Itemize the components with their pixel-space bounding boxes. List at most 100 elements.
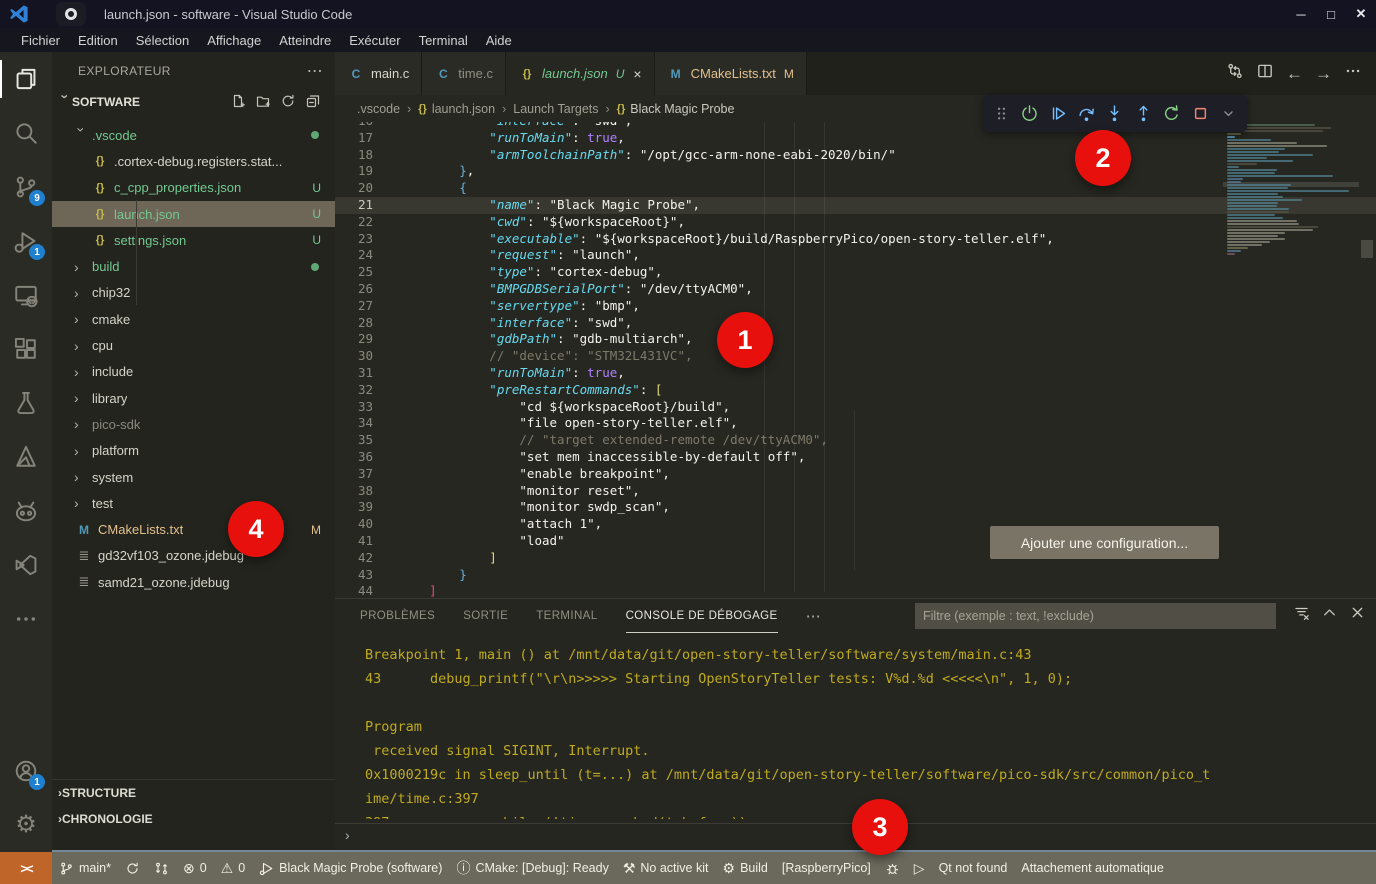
section-structure[interactable]: ›STRUCTURE bbox=[52, 780, 335, 806]
status-play-glyph[interactable]: ▷ bbox=[907, 852, 932, 884]
tree-item--vscode[interactable]: ›.vscode bbox=[52, 122, 335, 148]
navigate-back-icon[interactable]: ← bbox=[1286, 64, 1303, 84]
menu-terminal[interactable]: Terminal bbox=[410, 28, 477, 52]
status-cmake-debug-ready[interactable]: ⓘCMake: [Debug]: Ready bbox=[449, 852, 615, 884]
status-compare[interactable] bbox=[147, 852, 176, 884]
debug-console-filter-input[interactable] bbox=[915, 603, 1276, 629]
refresh-icon[interactable] bbox=[280, 93, 296, 112]
panel-more-icon[interactable]: ⋯ bbox=[806, 607, 821, 625]
tree-item-samd21-ozone-jdebug[interactable]: ≣samd21_ozone.jdebug bbox=[52, 569, 335, 595]
tree-item-platform[interactable]: ›platform bbox=[52, 438, 335, 464]
remote-indicator[interactable]: >< bbox=[0, 852, 52, 884]
menu-aide[interactable]: Aide bbox=[477, 28, 521, 52]
open-changes-icon[interactable] bbox=[1226, 62, 1244, 85]
tab-launch-json[interactable]: {}launch.jsonU× bbox=[506, 52, 655, 95]
tree-item-cpu[interactable]: ›cpu bbox=[52, 332, 335, 358]
power-icon[interactable] bbox=[1017, 100, 1041, 128]
tree-item-launch-json[interactable]: {}launch.jsonU bbox=[52, 201, 335, 227]
step-over-icon[interactable] bbox=[1074, 100, 1098, 128]
section-chronologie[interactable]: ›CHRONOLOGIE bbox=[52, 806, 335, 832]
close-panel-icon[interactable] bbox=[1349, 604, 1366, 626]
status-black-magic-probe-software[interactable]: Black Magic Probe (software) bbox=[252, 852, 449, 884]
step-out-icon[interactable] bbox=[1131, 100, 1155, 128]
remote-explorer-icon[interactable] bbox=[0, 268, 52, 322]
tree-item-test[interactable]: ›test bbox=[52, 490, 335, 516]
split-editor-icon[interactable] bbox=[1256, 62, 1274, 85]
breadcrumb-item[interactable]: {}Black Magic Probe bbox=[617, 102, 735, 116]
test-beaker-icon[interactable] bbox=[0, 376, 52, 430]
tree-item-pico-sdk[interactable]: ›pico-sdk bbox=[52, 411, 335, 437]
tree-item-settings-json[interactable]: {}settings.jsonU bbox=[52, 227, 335, 253]
maximize-button[interactable]: □ bbox=[1316, 0, 1346, 28]
tree-item-system[interactable]: ›system bbox=[52, 464, 335, 490]
tree-item-build[interactable]: ›build bbox=[52, 253, 335, 279]
tree-item-library[interactable]: ›library bbox=[52, 385, 335, 411]
stop-icon[interactable] bbox=[1188, 100, 1212, 128]
tree-item-cmakelists-txt[interactable]: MCMakeLists.txtM bbox=[52, 516, 335, 542]
panel-tab-probl-mes[interactable]: PROBLÈMES bbox=[360, 599, 435, 633]
continue-icon[interactable] bbox=[1046, 100, 1070, 128]
cmake-icon[interactable] bbox=[0, 430, 52, 484]
breadcrumb-item[interactable]: {}launch.json bbox=[418, 102, 495, 116]
status-bug[interactable] bbox=[878, 852, 907, 884]
close-button[interactable]: ✕ bbox=[1346, 0, 1376, 28]
status-raspberrypico[interactable]: [RaspberryPico] bbox=[775, 852, 878, 884]
account-icon[interactable]: 1 bbox=[0, 744, 52, 798]
status-0[interactable]: ⚠0 bbox=[214, 852, 253, 884]
tab-cmakelists-txt[interactable]: MCMakeLists.txtM bbox=[655, 52, 807, 95]
menu-atteindre[interactable]: Atteindre bbox=[270, 28, 340, 52]
add-configuration-button[interactable]: Ajouter une configuration... bbox=[990, 526, 1219, 559]
status-sync[interactable] bbox=[118, 852, 147, 884]
sidebar-more-icon[interactable]: ⋯ bbox=[307, 61, 323, 81]
status-build[interactable]: ⚙Build bbox=[716, 852, 775, 884]
status-attachement-automatique[interactable]: Attachement automatique bbox=[1014, 852, 1170, 884]
tree-item--cortex-debug-registers-stat-[interactable]: {}.cortex-debug.registers.stat... bbox=[52, 148, 335, 174]
more-actions-icon[interactable] bbox=[1344, 62, 1362, 85]
menu-fichier[interactable]: Fichier bbox=[12, 28, 69, 52]
breadcrumb-item[interactable]: .vscode bbox=[357, 102, 400, 116]
menu-exécuter[interactable]: Exécuter bbox=[340, 28, 409, 52]
menu-edition[interactable]: Edition bbox=[69, 28, 127, 52]
run-debug-icon[interactable]: 1 bbox=[0, 214, 52, 268]
minimize-button[interactable]: ─ bbox=[1286, 0, 1316, 28]
step-into-icon[interactable] bbox=[1103, 100, 1127, 128]
code-editor[interactable]: 16 "interface": "swd",17 "runToMain": tr… bbox=[335, 122, 1376, 598]
menu-affichage[interactable]: Affichage bbox=[198, 28, 270, 52]
tab-time-c[interactable]: Ctime.c bbox=[422, 52, 506, 95]
filter-icon[interactable] bbox=[1293, 604, 1310, 626]
collapse-all-icon[interactable] bbox=[305, 93, 321, 112]
new-file-icon[interactable] bbox=[230, 93, 246, 112]
extensions-icon[interactable] bbox=[0, 322, 52, 376]
tree-item-include[interactable]: ›include bbox=[52, 359, 335, 385]
settings-gear-icon[interactable]: ⚙ bbox=[0, 798, 52, 852]
panel-tab-terminal[interactable]: TERMINAL bbox=[536, 599, 597, 633]
maximize-panel-icon[interactable] bbox=[1321, 604, 1338, 626]
status-qt-not-found[interactable]: Qt not found bbox=[932, 852, 1015, 884]
tree-item-gd32vf103-ozone-jdebug[interactable]: ≣gd32vf103_ozone.jdebug bbox=[52, 543, 335, 569]
panel-tab-console-de-d-bogage[interactable]: CONSOLE DE DÉBOGAGE bbox=[626, 599, 778, 633]
tree-item-cmake[interactable]: ›cmake bbox=[52, 306, 335, 332]
vertical-scrollbar-thumb[interactable] bbox=[1361, 240, 1373, 258]
minimap[interactable] bbox=[1227, 124, 1355, 596]
status-no-active-kit[interactable]: ⚒No active kit bbox=[616, 852, 716, 884]
panel-tab-sortie[interactable]: SORTIE bbox=[463, 599, 508, 633]
search-icon[interactable] bbox=[0, 106, 52, 160]
breadcrumb-item[interactable]: Launch Targets bbox=[513, 102, 598, 116]
close-tab-icon[interactable]: × bbox=[633, 66, 641, 82]
explorer-icon[interactable] bbox=[0, 52, 52, 106]
tree-item-chip32[interactable]: ›chip32 bbox=[52, 280, 335, 306]
chevron-down-icon[interactable] bbox=[1217, 100, 1241, 128]
more-icon[interactable] bbox=[0, 592, 52, 646]
navigate-forward-icon[interactable]: → bbox=[1315, 64, 1332, 84]
section-software[interactable]: › SOFTWARE bbox=[52, 90, 335, 114]
new-folder-icon[interactable] bbox=[255, 93, 271, 112]
status-main[interactable]: main* bbox=[52, 852, 118, 884]
tree-item-c-cpp-properties-json[interactable]: {}c_cpp_properties.jsonU bbox=[52, 175, 335, 201]
restart-icon[interactable] bbox=[1160, 100, 1184, 128]
source-control-icon[interactable]: 9 bbox=[0, 160, 52, 214]
platformio-icon[interactable] bbox=[0, 484, 52, 538]
tab-main-c[interactable]: Cmain.c bbox=[335, 52, 422, 95]
visual-studio-icon[interactable] bbox=[0, 538, 52, 592]
menu-sélection[interactable]: Sélection bbox=[127, 28, 198, 52]
status-0[interactable]: ⊗0 bbox=[176, 852, 214, 884]
